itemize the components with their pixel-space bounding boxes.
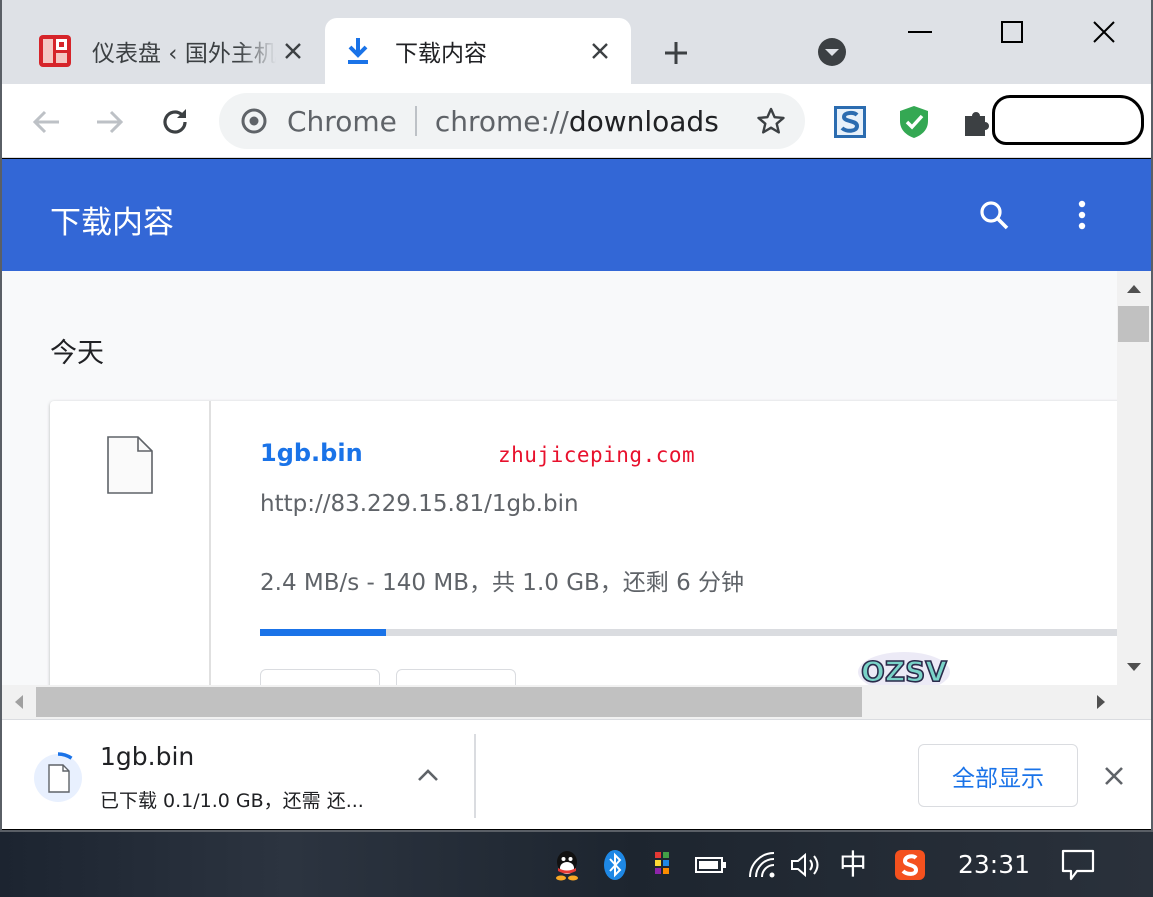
close-icon [1105, 767, 1123, 785]
windows-taskbar: 中 23:31 [0, 832, 1153, 897]
download-shelf: 1gb.bin 已下载 0.1/1.0 GB，还需 还... 全部显示 [2, 719, 1151, 829]
scroll-up-arrow-icon[interactable] [1117, 279, 1151, 299]
address-bar[interactable]: Chrome chrome://downloads [219, 93, 805, 149]
downloads-header: 下载内容 [2, 159, 1151, 271]
file-name-link[interactable]: 1gb.bin [260, 439, 363, 467]
chrome-logo-icon [239, 106, 269, 136]
show-all-button[interactable]: 全部显示 [918, 744, 1078, 807]
url-text[interactable]: chrome://downloads [435, 105, 719, 138]
horizontal-scroll-thumb[interactable] [36, 687, 862, 717]
vertical-scrollbar[interactable] [1117, 271, 1151, 685]
chevron-down-circle-icon [818, 38, 846, 66]
notification-icon [1061, 849, 1095, 881]
site-favicon-icon [36, 32, 74, 70]
download-progress-bar [260, 629, 1117, 636]
vertical-scroll-thumb[interactable] [1118, 306, 1149, 342]
card-icon-column [50, 401, 211, 685]
close-tab-icon[interactable] [587, 38, 613, 64]
redacted-profile-area [992, 95, 1144, 145]
bluetooth-tray-icon[interactable] [598, 848, 632, 882]
tab-search-button[interactable] [816, 36, 848, 68]
battery-tray-icon[interactable] [694, 848, 728, 882]
forward-button[interactable] [90, 102, 130, 142]
tab-dashboard[interactable]: 仪表盘 ‹ 国外主机 [22, 18, 324, 84]
arrow-left-icon [32, 110, 59, 134]
downloads-list: 今天 1gb.bin http://83.229.15.81/1gb.bin 2… [2, 271, 1117, 685]
reload-icon [163, 109, 187, 134]
search-icon [980, 201, 1009, 230]
reload-button[interactable] [155, 102, 195, 142]
bookmark-star-button[interactable] [755, 105, 787, 137]
volume-tray-icon[interactable] [789, 848, 823, 882]
maximize-icon [1001, 21, 1023, 43]
file-source-url[interactable]: http://83.229.15.81/1gb.bin [260, 491, 579, 517]
download-progress-ring-icon[interactable] [32, 752, 84, 804]
puzzle-icon [965, 112, 989, 136]
tab-downloads[interactable]: 下载内容 [325, 18, 631, 84]
pause-button[interactable] [260, 669, 380, 685]
close-window-button[interactable] [1082, 12, 1126, 52]
qq-tray-icon[interactable] [550, 848, 584, 882]
new-tab-button[interactable] [656, 33, 696, 73]
more-vert-icon [1078, 200, 1086, 230]
chevron-up-icon [418, 769, 438, 781]
close-tab-icon[interactable] [280, 38, 306, 64]
tab-title: 仪表盘 ‹ 国外主机 [92, 41, 276, 67]
shelf-download-status: 已下载 0.1/1.0 GB，还需 还... [100, 790, 364, 812]
horizontal-scrollbar[interactable] [2, 685, 1151, 719]
minimize-icon [908, 31, 932, 33]
close-shelf-button[interactable] [1100, 762, 1128, 790]
color-grid-tray-icon[interactable] [646, 848, 680, 882]
shelf-divider [474, 734, 476, 818]
date-heading: 今天 [50, 338, 104, 369]
tab-title: 下载内容 [395, 41, 487, 67]
ozsv-logo-text: OZSV [861, 655, 947, 688]
shield-check-icon [900, 106, 928, 138]
maximize-button[interactable] [990, 12, 1034, 52]
taskbar-clock[interactable]: 23:31 [958, 850, 1030, 879]
sogou-input-icon[interactable] [893, 848, 927, 882]
file-icon [107, 436, 153, 494]
arrow-right-icon [97, 110, 124, 134]
watermark-text: zhujiceping.com [498, 443, 696, 467]
close-icon [1093, 21, 1115, 43]
scroll-down-arrow-icon[interactable] [1117, 657, 1151, 677]
extension-shield-button[interactable] [894, 102, 934, 142]
s-extension-icon [834, 106, 866, 138]
tab-strip: 仪表盘 ‹ 国外主机 下载内容 [0, 0, 1153, 84]
url-scheme: chrome:// [434, 104, 569, 138]
ime-indicator[interactable]: 中 [836, 846, 870, 881]
scroll-left-arrow-icon[interactable] [6, 685, 32, 719]
omnibox-separator [414, 106, 417, 136]
shelf-item-menu-button[interactable] [412, 762, 444, 788]
minimize-button[interactable] [898, 12, 942, 52]
cancel-button[interactable] [396, 669, 516, 685]
plus-icon [665, 42, 687, 64]
action-center-button[interactable] [1058, 848, 1098, 882]
back-button[interactable] [26, 102, 66, 142]
shelf-file-name[interactable]: 1gb.bin [100, 742, 194, 771]
page-title: 下载内容 [50, 205, 174, 241]
download-icon [339, 32, 377, 70]
download-status: 2.4 MB/s - 140 MB，共 1.0 GB，还剩 6 分钟 [260, 570, 745, 596]
extensions-menu-button[interactable] [957, 102, 997, 142]
star-icon [757, 107, 785, 134]
scheme-label: Chrome [287, 104, 397, 138]
search-downloads-button[interactable] [975, 196, 1013, 234]
more-actions-button[interactable] [1064, 196, 1100, 234]
url-host: downloads [568, 104, 719, 138]
wifi-tray-icon[interactable] [745, 848, 779, 882]
browser-toolbar: Chrome chrome://downloads [0, 84, 1153, 158]
download-progress-fill [260, 629, 386, 636]
extension-s-button[interactable] [830, 102, 870, 142]
scroll-right-arrow-icon[interactable] [1088, 685, 1114, 719]
